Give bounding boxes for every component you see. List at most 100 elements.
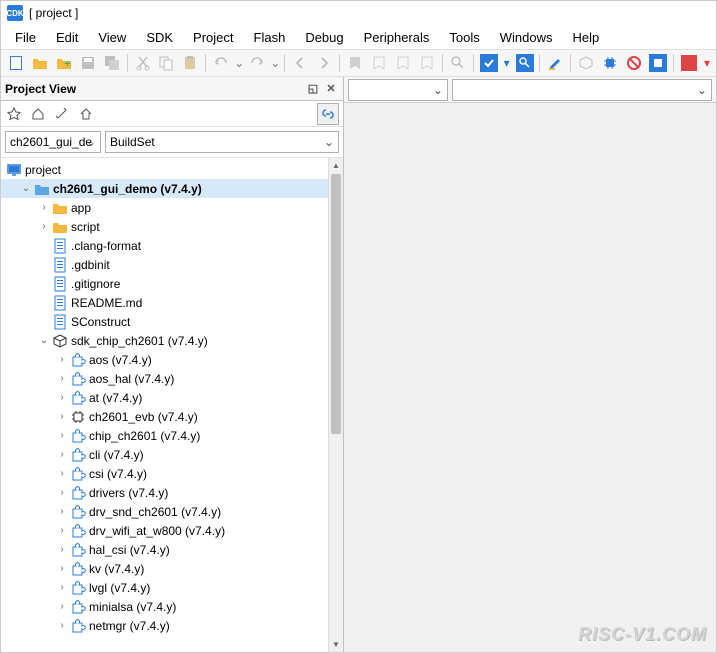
- grid-dropdown-icon[interactable]: ▾: [702, 52, 712, 74]
- expand-icon[interactable]: ›: [55, 354, 69, 365]
- paste-icon[interactable]: [179, 52, 201, 74]
- tree-folder[interactable]: › script: [1, 217, 343, 236]
- bookmark4-icon[interactable]: [416, 52, 438, 74]
- blue-btn2-icon[interactable]: [514, 52, 536, 74]
- redo-dropdown-icon[interactable]: ⌄: [270, 52, 280, 74]
- copy-icon[interactable]: [156, 52, 178, 74]
- menu-peripherals[interactable]: Peripherals: [354, 28, 440, 47]
- tree-component[interactable]: ›hal_csi (v7.4.y): [1, 540, 343, 559]
- expand-icon[interactable]: ›: [37, 202, 51, 213]
- expand-icon[interactable]: ›: [55, 601, 69, 612]
- scope-select[interactable]: [348, 79, 448, 101]
- expand-icon[interactable]: ›: [55, 582, 69, 593]
- tree-folder[interactable]: › app: [1, 198, 343, 217]
- tree-scrollbar[interactable]: ▲ ▼: [328, 158, 343, 652]
- nav-fwd-icon[interactable]: [313, 52, 335, 74]
- tree-component[interactable]: ›kv (v7.4.y): [1, 559, 343, 578]
- grid-red-icon[interactable]: [678, 52, 700, 74]
- expand-icon[interactable]: ›: [55, 620, 69, 631]
- scroll-down-icon[interactable]: ▼: [329, 637, 343, 652]
- stop-icon[interactable]: [623, 52, 645, 74]
- tree-sdk-node[interactable]: ⌄ sdk_chip_ch2601 (v7.4.y): [1, 331, 343, 350]
- tree-component[interactable]: ›csi (v7.4.y): [1, 464, 343, 483]
- menu-view[interactable]: View: [88, 28, 136, 47]
- menu-debug[interactable]: Debug: [295, 28, 353, 47]
- menu-edit[interactable]: Edit: [46, 28, 88, 47]
- tree-root[interactable]: project: [1, 160, 343, 179]
- wand-icon[interactable]: [53, 105, 71, 123]
- nav-back-icon[interactable]: [289, 52, 311, 74]
- expand-icon[interactable]: ›: [55, 411, 69, 422]
- expand-icon[interactable]: ›: [55, 392, 69, 403]
- close-panel-icon[interactable]: ✕: [323, 81, 339, 97]
- tree-component[interactable]: ›minialsa (v7.4.y): [1, 597, 343, 616]
- tree-component[interactable]: ›at (v7.4.y): [1, 388, 343, 407]
- undo-dropdown-icon[interactable]: ⌄: [234, 52, 244, 74]
- project-tree[interactable]: project ⌄ ch2601_gui_demo (v7.4.y) › app…: [1, 158, 343, 652]
- tree-file[interactable]: .gitignore: [1, 274, 343, 293]
- project-select[interactable]: ch2601_gui_de: [5, 131, 101, 153]
- tree-file[interactable]: .gdbinit: [1, 255, 343, 274]
- collapse-icon[interactable]: ⌄: [37, 335, 51, 346]
- expand-icon[interactable]: ›: [55, 544, 69, 555]
- symbol-select[interactable]: [452, 79, 712, 101]
- open-icon[interactable]: [29, 52, 51, 74]
- menu-file[interactable]: File: [5, 28, 46, 47]
- menu-flash[interactable]: Flash: [244, 28, 296, 47]
- home2-icon[interactable]: [77, 105, 95, 123]
- tree-component[interactable]: ›cli (v7.4.y): [1, 445, 343, 464]
- link-editor-icon[interactable]: [317, 103, 339, 125]
- bookmark3-icon[interactable]: [392, 52, 414, 74]
- tree-file[interactable]: SConstruct: [1, 312, 343, 331]
- menu-windows[interactable]: Windows: [490, 28, 563, 47]
- expand-icon[interactable]: ›: [55, 563, 69, 574]
- expand-icon[interactable]: ›: [55, 487, 69, 498]
- scroll-thumb[interactable]: [331, 174, 341, 434]
- menu-tools[interactable]: Tools: [439, 28, 489, 47]
- expand-icon[interactable]: ›: [37, 221, 51, 232]
- expand-icon[interactable]: ›: [55, 373, 69, 384]
- tree-file[interactable]: .clang-format: [1, 236, 343, 255]
- tree-component[interactable]: ›aos_hal (v7.4.y): [1, 369, 343, 388]
- menu-sdk[interactable]: SDK: [136, 28, 183, 47]
- blue-btn1-icon[interactable]: [478, 52, 500, 74]
- tree-component[interactable]: ›drv_snd_ch2601 (v7.4.y): [1, 502, 343, 521]
- expand-icon[interactable]: ›: [55, 506, 69, 517]
- tree-component[interactable]: ›aos (v7.4.y): [1, 350, 343, 369]
- tree-component[interactable]: ›drivers (v7.4.y): [1, 483, 343, 502]
- bookmark2-icon[interactable]: [368, 52, 390, 74]
- tree-component[interactable]: ›lvgl (v7.4.y): [1, 578, 343, 597]
- expand-icon[interactable]: ›: [55, 468, 69, 479]
- undo-icon[interactable]: [210, 52, 232, 74]
- tree-project-node[interactable]: ⌄ ch2601_gui_demo (v7.4.y): [1, 179, 343, 198]
- bookmark1-icon[interactable]: [344, 52, 366, 74]
- search-icon[interactable]: [447, 52, 469, 74]
- tree-component[interactable]: ›drv_wifi_at_w800 (v7.4.y): [1, 521, 343, 540]
- tree-component[interactable]: ›chip_ch2601 (v7.4.y): [1, 426, 343, 445]
- box3d-icon[interactable]: [575, 52, 597, 74]
- highlight-icon[interactable]: [544, 52, 566, 74]
- locate-icon[interactable]: [5, 105, 23, 123]
- expand-icon[interactable]: ›: [55, 525, 69, 536]
- chip-icon[interactable]: [599, 52, 621, 74]
- save-all-icon[interactable]: [101, 52, 123, 74]
- home-icon[interactable]: [29, 105, 47, 123]
- expand-icon[interactable]: ›: [55, 430, 69, 441]
- save-icon[interactable]: [77, 52, 99, 74]
- new-folder-icon[interactable]: [53, 52, 75, 74]
- collapse-icon[interactable]: ⌄: [19, 183, 33, 194]
- redo-icon[interactable]: [246, 52, 268, 74]
- buildset-select[interactable]: BuildSet: [105, 131, 339, 153]
- blue-dropdown-icon[interactable]: ▾: [502, 52, 512, 74]
- scroll-up-icon[interactable]: ▲: [329, 158, 343, 173]
- blue-btn3-icon[interactable]: [647, 52, 669, 74]
- tree-component[interactable]: ›netmgr (v7.4.y): [1, 616, 343, 635]
- tree-component[interactable]: ›ch2601_evb (v7.4.y): [1, 407, 343, 426]
- new-file-icon[interactable]: [5, 52, 27, 74]
- expand-icon[interactable]: ›: [55, 449, 69, 460]
- menu-help[interactable]: Help: [563, 28, 610, 47]
- restore-icon[interactable]: ◱: [305, 81, 321, 97]
- tree-file[interactable]: README.md: [1, 293, 343, 312]
- menu-project[interactable]: Project: [183, 28, 243, 47]
- cut-icon[interactable]: [132, 52, 154, 74]
